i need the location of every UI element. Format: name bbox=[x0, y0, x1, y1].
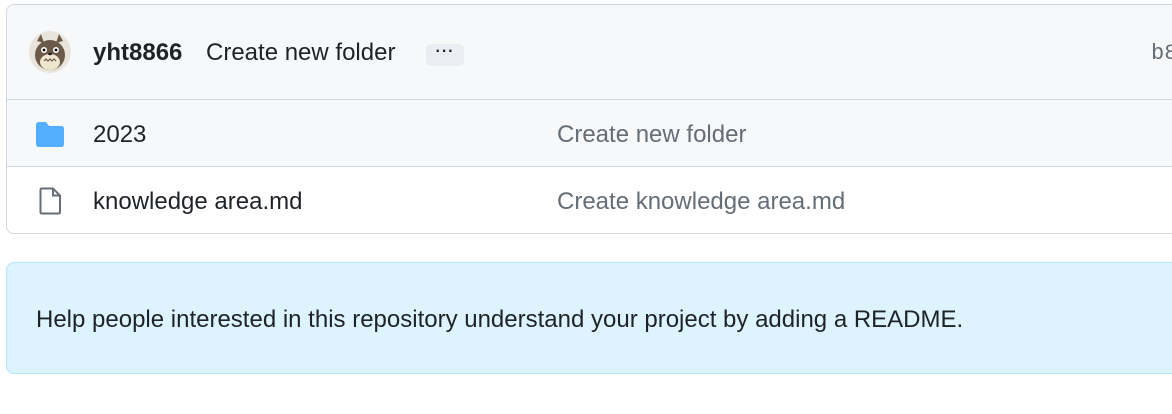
avatar[interactable] bbox=[29, 31, 71, 73]
file-browser: yht8866 Create new folder ··· b8 2023 Cr… bbox=[6, 4, 1172, 234]
readme-banner: Help people interested in this repositor… bbox=[6, 262, 1172, 374]
table-row[interactable]: knowledge area.md Create knowledge area.… bbox=[7, 167, 1172, 233]
file-icon bbox=[35, 187, 65, 215]
folder-icon bbox=[35, 120, 65, 148]
commit-message-link[interactable]: Create new folder bbox=[206, 39, 395, 67]
ellipsis-icon: ··· bbox=[435, 43, 455, 60]
file-name-link[interactable]: 2023 bbox=[93, 121, 146, 149]
latest-commit-header: yht8866 Create new folder ··· b8 bbox=[7, 5, 1172, 100]
readme-banner-text: Help people interested in this repositor… bbox=[36, 306, 964, 333]
commit-message-link[interactable]: Create new folder bbox=[557, 121, 746, 149]
commit-message-link[interactable]: Create knowledge area.md bbox=[557, 188, 845, 216]
file-name-link[interactable]: knowledge area.md bbox=[93, 188, 302, 216]
table-row[interactable]: 2023 Create new folder bbox=[7, 100, 1172, 167]
commit-author-link[interactable]: yht8866 bbox=[93, 39, 182, 67]
expand-commit-button[interactable]: ··· bbox=[426, 43, 464, 66]
commit-sha-link[interactable]: b8 bbox=[1151, 41, 1172, 66]
